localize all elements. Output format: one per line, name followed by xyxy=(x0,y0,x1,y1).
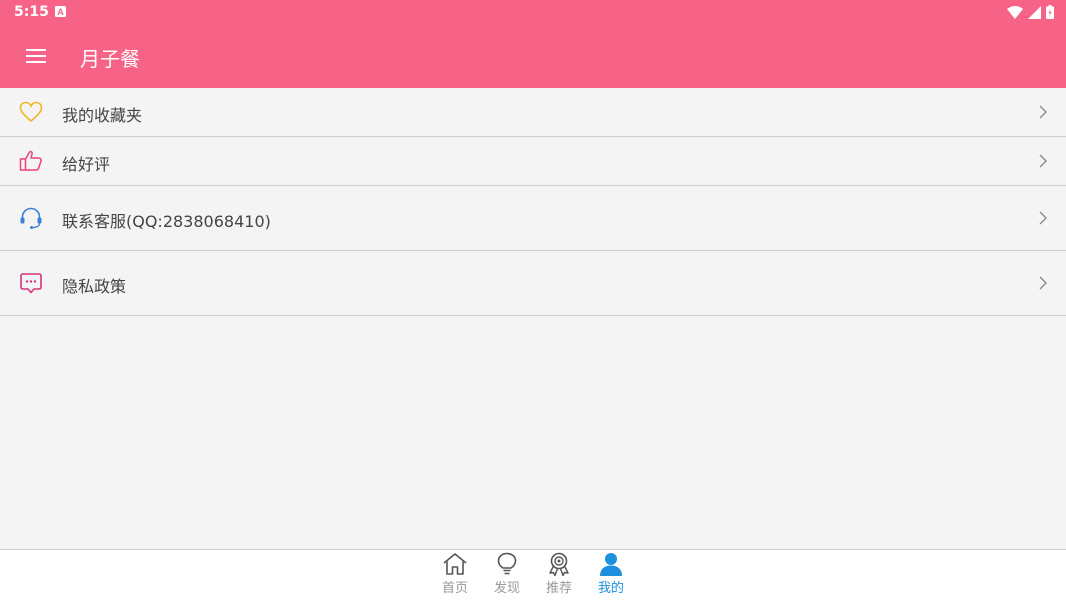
nav-discover-label: 发现 xyxy=(493,581,520,596)
toolbar: 月子餐 xyxy=(0,26,1066,88)
chevron-right-icon xyxy=(1039,276,1047,290)
chevron-right-icon xyxy=(1039,105,1047,119)
favorites-label: 我的收藏夹 xyxy=(62,106,143,125)
nav-mine[interactable]: 我的 xyxy=(591,552,631,600)
rate-item[interactable]: 给好评 xyxy=(0,137,1066,186)
nav-home[interactable]: 首页 xyxy=(435,552,475,600)
user-icon xyxy=(600,553,622,576)
settings-list: 我的收藏夹 给好评 联系客服(QQ:2838068410) 隐私政策 xyxy=(0,88,1066,316)
battery-icon xyxy=(1046,5,1054,19)
privacy-policy-label: 隐私政策 xyxy=(62,277,127,296)
bottom-navigation: 首页 发现 推荐 我的 xyxy=(0,549,1066,600)
notification-a-icon: A xyxy=(55,6,66,17)
menu-button[interactable] xyxy=(22,42,50,70)
chat-bubble-icon xyxy=(20,273,42,294)
rate-label: 给好评 xyxy=(62,155,111,174)
chevron-right-icon xyxy=(1039,211,1047,225)
nav-recommend[interactable]: 推荐 xyxy=(539,552,579,600)
chevron-right-icon xyxy=(1039,154,1047,168)
signal-icon xyxy=(1028,5,1041,19)
home-icon xyxy=(443,553,467,575)
thumbs-up-icon xyxy=(19,150,42,171)
heart-icon xyxy=(19,101,43,123)
page-title: 月子餐 xyxy=(80,47,140,71)
award-icon xyxy=(549,552,569,576)
contact-support-label: 联系客服(QQ:2838068410) xyxy=(62,212,271,231)
lightbulb-icon xyxy=(497,552,517,575)
headset-icon xyxy=(20,207,42,229)
privacy-policy-item[interactable]: 隐私政策 xyxy=(0,251,1066,316)
nav-recommend-label: 推荐 xyxy=(545,581,572,596)
favorites-item[interactable]: 我的收藏夹 xyxy=(0,88,1066,137)
svg-text:A: A xyxy=(57,7,64,17)
nav-discover[interactable]: 发现 xyxy=(487,552,527,600)
status-icons xyxy=(1007,5,1054,19)
wifi-icon xyxy=(1007,5,1023,19)
nav-home-label: 首页 xyxy=(441,581,468,596)
app-bar: 5:15 A 月子餐 xyxy=(0,0,1066,88)
contact-support-item[interactable]: 联系客服(QQ:2838068410) xyxy=(0,186,1066,251)
menu-icon xyxy=(26,49,46,63)
status-time: 5:15 xyxy=(14,4,49,20)
nav-mine-label: 我的 xyxy=(597,581,624,596)
status-bar: 5:15 A xyxy=(0,0,1066,26)
